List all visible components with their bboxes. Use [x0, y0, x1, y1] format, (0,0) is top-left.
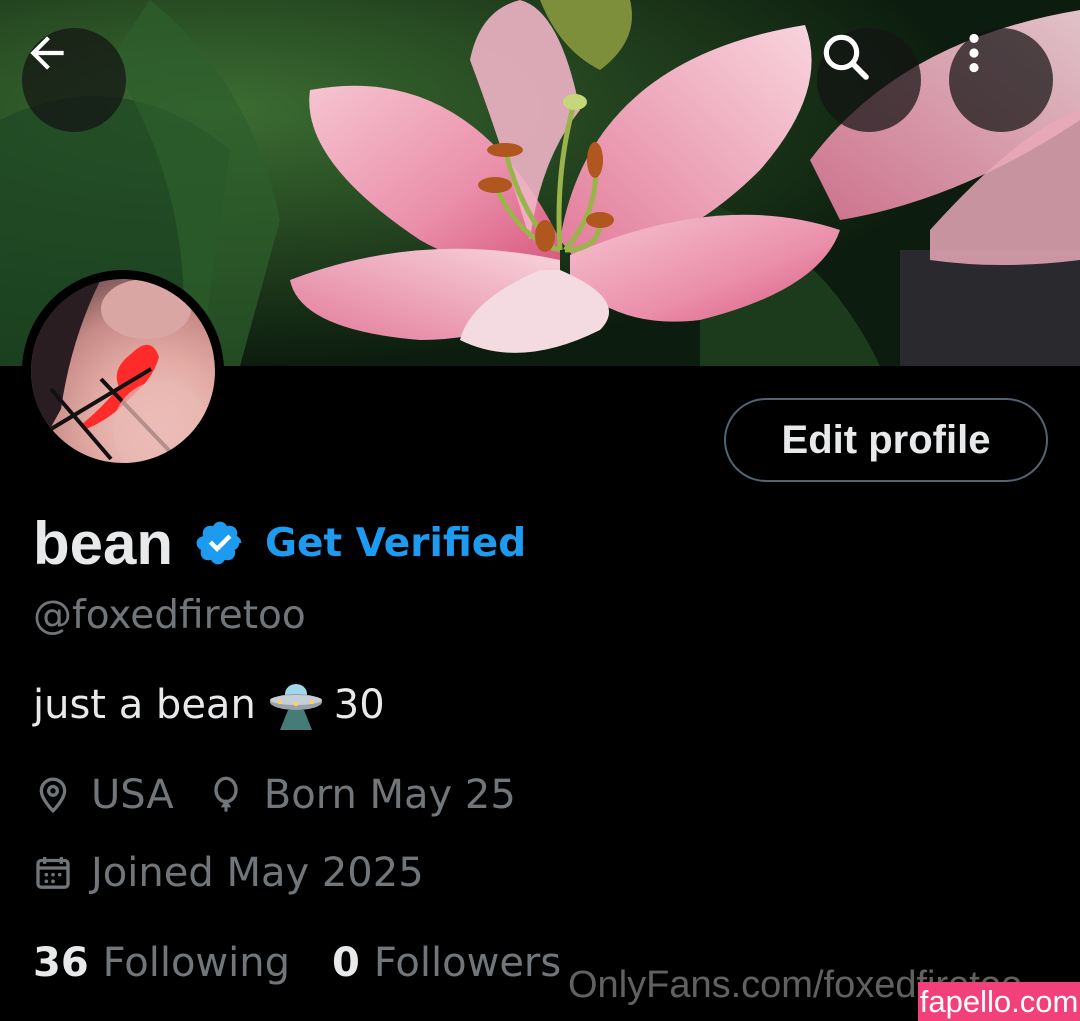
birthday-text: Born May 25 [263, 772, 516, 818]
following-label: Following [102, 940, 290, 986]
edit-profile-button[interactable]: Edit profile [724, 398, 1048, 482]
following-link[interactable]: 36 Following [33, 940, 290, 986]
joined-row: Joined May 2025 [33, 850, 456, 896]
following-count: 36 [33, 940, 89, 986]
verified-badge-icon[interactable] [195, 518, 245, 568]
search-icon [823, 34, 869, 80]
profile-name-row: bean Get Verified [33, 505, 526, 581]
more-vertical-icon [969, 33, 979, 73]
bio: just a bean 30 [33, 680, 385, 730]
birthday-item: Born May 25 [206, 772, 516, 818]
arrow-left-icon [30, 36, 64, 70]
bio-suffix: 30 [333, 682, 385, 728]
location-text: USA [91, 772, 174, 818]
followers-count: 0 [332, 940, 360, 986]
avatar[interactable] [22, 270, 224, 472]
joined-item: Joined May 2025 [33, 850, 424, 896]
calendar-icon [36, 857, 70, 889]
user-handle: @foxedfiretoo [33, 593, 306, 638]
ufo-emoji [269, 684, 322, 730]
get-verified-link[interactable]: Get Verified [265, 521, 526, 566]
avatar-photo [31, 279, 215, 463]
location-item: USA [33, 772, 174, 818]
joined-text: Joined May 2025 [91, 850, 424, 896]
followers-label: Followers [373, 940, 562, 986]
bio-text: just a bean [33, 682, 256, 728]
back-button[interactable] [22, 28, 126, 132]
balloon-icon [214, 776, 238, 812]
search-button[interactable] [817, 28, 921, 132]
followers-link[interactable]: 0 Followers [332, 940, 561, 986]
display-name: bean [33, 509, 174, 577]
profile-meta-row: USA Born May 25 [33, 772, 548, 818]
more-options-button[interactable] [949, 28, 1053, 132]
location-pin-icon [39, 777, 67, 814]
follow-stats: 36 Following 0 Followers [33, 940, 603, 986]
fapello-watermark-badge: fapello.com [918, 982, 1080, 1021]
